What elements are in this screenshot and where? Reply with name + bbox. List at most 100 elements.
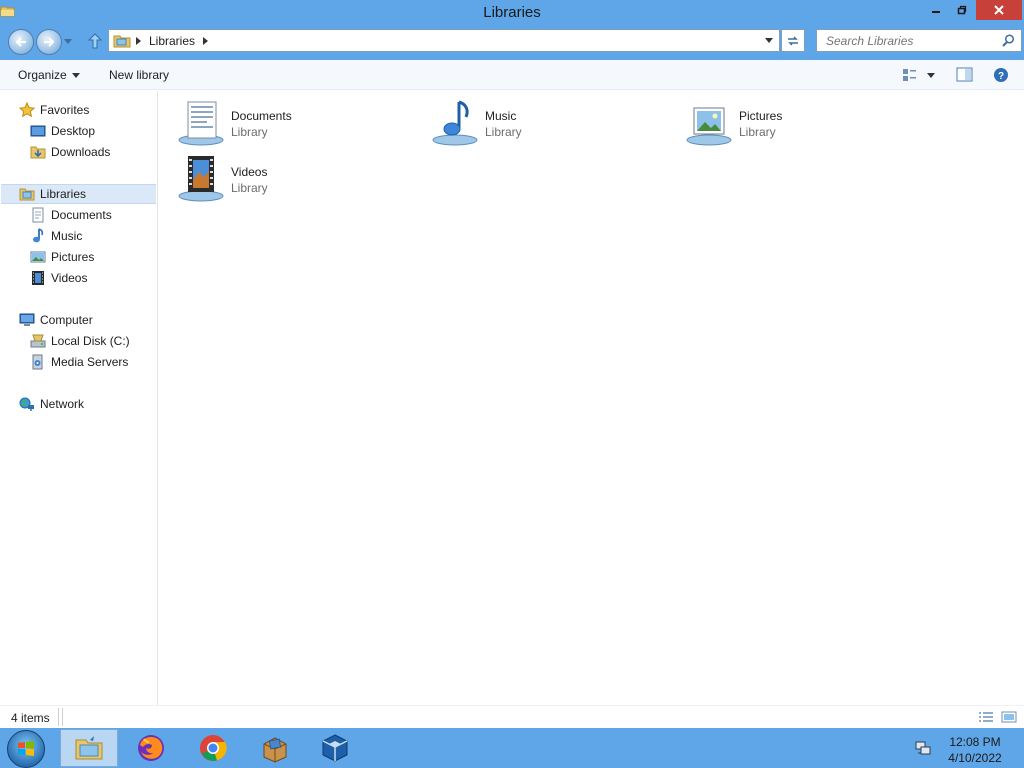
breadcrumb-arrow-icon[interactable] <box>136 37 142 45</box>
large-icons-view-icon[interactable] <box>1001 711 1017 723</box>
preview-pane-icon[interactable] <box>956 67 973 83</box>
library-type: Library <box>485 125 522 139</box>
firefox-icon <box>138 735 164 761</box>
breadcrumb-arrow-icon[interactable] <box>203 37 209 45</box>
recent-pages-chevron-icon[interactable] <box>64 39 72 45</box>
sidebar-item-libraries[interactable]: Libraries <box>1 184 156 204</box>
svg-text:?: ? <box>998 71 1004 82</box>
close-button[interactable] <box>976 0 1022 20</box>
archive-box-icon <box>263 737 287 763</box>
library-type: Library <box>231 125 268 139</box>
chevron-down-icon <box>71 73 80 79</box>
documents-library-icon <box>178 101 224 146</box>
sidebar-item-computer[interactable]: Computer <box>19 310 93 330</box>
clock-date: 4/10/2022 <box>948 751 1002 765</box>
library-tile-music[interactable]: Music Library <box>431 98 671 150</box>
sidebar-item-media-servers[interactable]: Media Servers <box>30 352 128 372</box>
organize-label: Organize <box>18 68 67 82</box>
taskbar-file-explorer[interactable] <box>60 729 118 767</box>
close-icon <box>994 5 1004 15</box>
sidebar-label: Favorites <box>40 103 90 117</box>
sidebar-item-downloads[interactable]: Downloads <box>30 142 110 162</box>
organize-button[interactable]: Organize <box>18 68 80 82</box>
star-icon <box>19 102 35 118</box>
pictures-library-icon <box>686 107 732 146</box>
forward-button[interactable] <box>36 29 62 55</box>
status-divider <box>58 708 59 726</box>
film-strip-icon <box>32 271 44 285</box>
details-view-icon[interactable] <box>978 711 994 723</box>
address-bar[interactable]: Libraries <box>108 29 780 52</box>
navigation-bar: Libraries <box>0 24 1024 60</box>
hard-disk-icon <box>30 334 46 348</box>
chrome-icon <box>200 735 227 761</box>
search-input[interactable] <box>817 30 997 51</box>
restore-button[interactable] <box>950 0 974 20</box>
taskbar-virtualbox[interactable] <box>306 729 364 767</box>
sidebar-label: Network <box>40 397 85 411</box>
library-tile-documents[interactable]: Documents Library <box>177 98 417 150</box>
taskbar-archive-app[interactable] <box>246 729 304 767</box>
sidebar-label: Downloads <box>51 145 111 159</box>
virtualbox-cube-icon <box>322 734 348 762</box>
sidebar-label: Local Disk (C:) <box>51 334 130 348</box>
sidebar-label: Pictures <box>51 250 95 264</box>
refresh-button[interactable] <box>781 29 805 52</box>
navigation-pane: Favorites Desktop Downloads Libraries Do… <box>0 91 158 705</box>
sidebar-item-documents[interactable]: Documents <box>30 205 112 225</box>
sidebar-item-videos[interactable]: Videos <box>30 268 87 288</box>
sidebar-label: Desktop <box>51 124 96 138</box>
library-name: Pictures <box>739 109 783 123</box>
search-icon[interactable] <box>1002 34 1015 47</box>
file-explorer-icon <box>75 736 103 760</box>
library-tile-videos[interactable]: Videos Library <box>177 154 417 206</box>
taskbar-firefox[interactable] <box>122 729 180 767</box>
minimize-button[interactable] <box>924 0 948 20</box>
sidebar-item-pictures[interactable]: Pictures <box>30 247 94 267</box>
chevron-down-icon[interactable] <box>765 38 773 44</box>
desktop-icon <box>30 125 46 137</box>
sidebar-label: Computer <box>40 313 93 327</box>
libraries-folder-icon <box>113 35 131 48</box>
sidebar-item-network[interactable]: Network <box>19 394 84 414</box>
sidebar-item-local-disk[interactable]: Local Disk (C:) <box>30 331 130 351</box>
sidebar-item-music[interactable]: Music <box>30 226 82 246</box>
up-arrow-icon[interactable] <box>86 32 104 50</box>
sidebar-item-favorites[interactable]: Favorites <box>19 100 89 120</box>
refresh-icon <box>788 35 798 46</box>
library-type: Library <box>739 125 776 139</box>
arrow-right-icon <box>44 37 55 47</box>
taskbar-chrome[interactable] <box>184 729 242 767</box>
downloads-folder-icon <box>30 146 46 159</box>
library-type: Library <box>231 181 268 195</box>
breadcrumb-libraries[interactable]: Libraries <box>149 34 195 48</box>
sidebar-label: Documents <box>51 208 112 222</box>
taskbar: 12:08 PM 4/10/2022 <box>0 728 1024 768</box>
libraries-content-view: Documents Library Music Library Pictures… <box>159 91 1024 705</box>
library-name: Documents <box>231 109 292 123</box>
pictures-icon <box>30 251 46 263</box>
windows-logo-icon <box>18 741 34 756</box>
sidebar-label: Music <box>51 229 83 243</box>
system-clock[interactable]: 12:08 PM 4/10/2022 <box>936 734 1014 766</box>
search-box[interactable] <box>816 29 1022 52</box>
status-divider <box>62 708 63 726</box>
sidebar-item-desktop[interactable]: Desktop <box>30 121 95 141</box>
videos-library-icon <box>178 156 224 202</box>
sidebar-label: Libraries <box>40 187 87 201</box>
music-library-icon <box>432 100 478 146</box>
title-bar: Libraries <box>0 0 1024 24</box>
library-tile-pictures[interactable]: Pictures Library <box>685 98 925 150</box>
item-count: 4 items <box>11 711 50 725</box>
start-button[interactable] <box>7 730 45 768</box>
music-note-icon <box>33 228 44 243</box>
change-view-icon[interactable] <box>902 67 936 83</box>
library-name: Videos <box>231 165 268 179</box>
network-tray-icon[interactable] <box>914 739 932 757</box>
back-button[interactable] <box>8 29 34 55</box>
media-server-icon <box>32 354 43 370</box>
new-library-button[interactable]: New library <box>109 68 169 82</box>
help-icon[interactable]: ? <box>993 67 1009 83</box>
arrow-left-icon <box>15 37 26 47</box>
network-icon <box>19 397 34 411</box>
